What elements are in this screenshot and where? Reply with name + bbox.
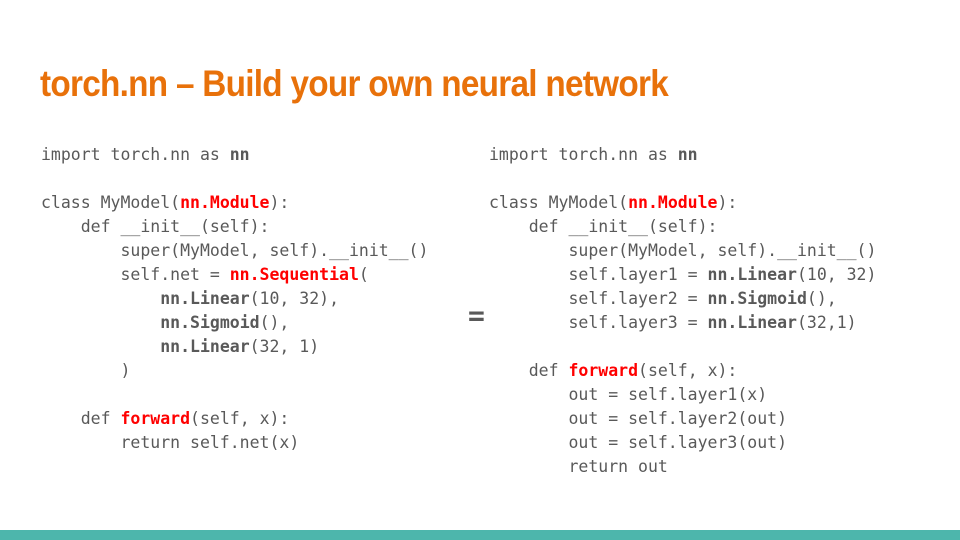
code-token-highlight: nn.Module — [180, 193, 270, 212]
code-token-highlight: nn.Module — [628, 193, 718, 212]
code-token-bold: nn — [229, 145, 250, 164]
code-line: class MyModel(nn.Module): — [489, 191, 876, 215]
code-token-bold: nn.Linear — [707, 313, 797, 332]
code-token: self.net = — [41, 265, 230, 284]
code-line: self.layer3 = nn.Linear(32,1) — [489, 311, 876, 335]
code-token: return self.net(x) — [41, 433, 300, 452]
code-token: (), — [259, 313, 290, 332]
code-line: return out — [489, 455, 876, 479]
code-line: super(MyModel, self).__init__() — [489, 239, 876, 263]
code-token: (32,1) — [796, 313, 857, 332]
slide-title: torch.nn – Build your own neural network — [40, 63, 669, 104]
code-token: def __init__(self): — [41, 217, 270, 236]
code-line: nn.Sigmoid(), — [41, 311, 428, 335]
code-token: import torch.nn as — [41, 145, 230, 164]
code-token-bold: nn.Sigmoid — [707, 289, 807, 308]
code-token-highlight: nn.Sequential — [229, 265, 359, 284]
code-line: nn.Linear(32, 1) — [41, 335, 428, 359]
code-line: nn.Linear(10, 32), — [41, 287, 428, 311]
code-token: out = self.layer2(out) — [489, 409, 788, 428]
code-token: (32, 1) — [249, 337, 320, 356]
code-token: def — [489, 361, 569, 380]
code-token: import torch.nn as — [489, 145, 678, 164]
code-line: import torch.nn as nn — [41, 143, 428, 167]
code-line: ) — [41, 359, 428, 383]
code-token: return out — [489, 457, 668, 476]
code-token: super(MyModel, self).__init__() — [41, 241, 429, 260]
code-token: def __init__(self): — [489, 217, 718, 236]
code-token-highlight: forward — [120, 409, 191, 428]
code-token-bold: nn.Sigmoid — [160, 313, 260, 332]
bottom-accent-bar — [0, 530, 960, 540]
code-line: super(MyModel, self).__init__() — [41, 239, 428, 263]
code-token-bold: nn.Linear — [160, 337, 250, 356]
code-token-bold: nn.Linear — [707, 265, 797, 284]
code-token: self.layer2 = — [489, 289, 708, 308]
code-token: ) — [41, 361, 131, 380]
code-token: (), — [806, 289, 837, 308]
code-line: self.layer2 = nn.Sigmoid(), — [489, 287, 876, 311]
code-line: out = self.layer2(out) — [489, 407, 876, 431]
code-token-bold: nn — [677, 145, 698, 164]
code-line: out = self.layer1(x) — [489, 383, 876, 407]
code-token: class MyModel( — [489, 193, 629, 212]
code-line: def forward(self, x): — [41, 407, 428, 431]
code-line: return self.net(x) — [41, 431, 428, 455]
code-block-explicit-layers: import torch.nn as nn class MyModel(nn.Mo… — [489, 143, 876, 479]
code-token: super(MyModel, self).__init__() — [489, 241, 877, 260]
code-token: (10, 32), — [249, 289, 340, 308]
code-token: ( — [358, 265, 369, 284]
code-line: self.layer1 = nn.Linear(10, 32) — [489, 263, 876, 287]
code-token-highlight: forward — [568, 361, 639, 380]
code-token: out = self.layer1(x) — [489, 385, 768, 404]
code-line: class MyModel(nn.Module): — [41, 191, 428, 215]
code-token: class MyModel( — [41, 193, 181, 212]
code-token: (self, x): — [190, 409, 290, 428]
code-token: ): — [269, 193, 290, 212]
code-line: def __init__(self): — [41, 215, 428, 239]
code-token: self.layer3 = — [489, 313, 708, 332]
code-block-sequential: import torch.nn as nn class MyModel(nn.Mo… — [41, 143, 428, 455]
equals-sign: = — [468, 299, 485, 332]
code-line: self.net = nn.Sequential( — [41, 263, 428, 287]
code-token: def — [41, 409, 121, 428]
code-line: import torch.nn as nn — [489, 143, 876, 167]
code-token: (10, 32) — [796, 265, 877, 284]
code-line: def forward(self, x): — [489, 359, 876, 383]
code-token: self.layer1 = — [489, 265, 708, 284]
code-token: ): — [717, 193, 738, 212]
code-token: out = self.layer3(out) — [489, 433, 788, 452]
code-token-bold: nn.Linear — [160, 289, 250, 308]
code-line: out = self.layer3(out) — [489, 431, 876, 455]
code-token: (self, x): — [638, 361, 738, 380]
code-line: def __init__(self): — [489, 215, 876, 239]
